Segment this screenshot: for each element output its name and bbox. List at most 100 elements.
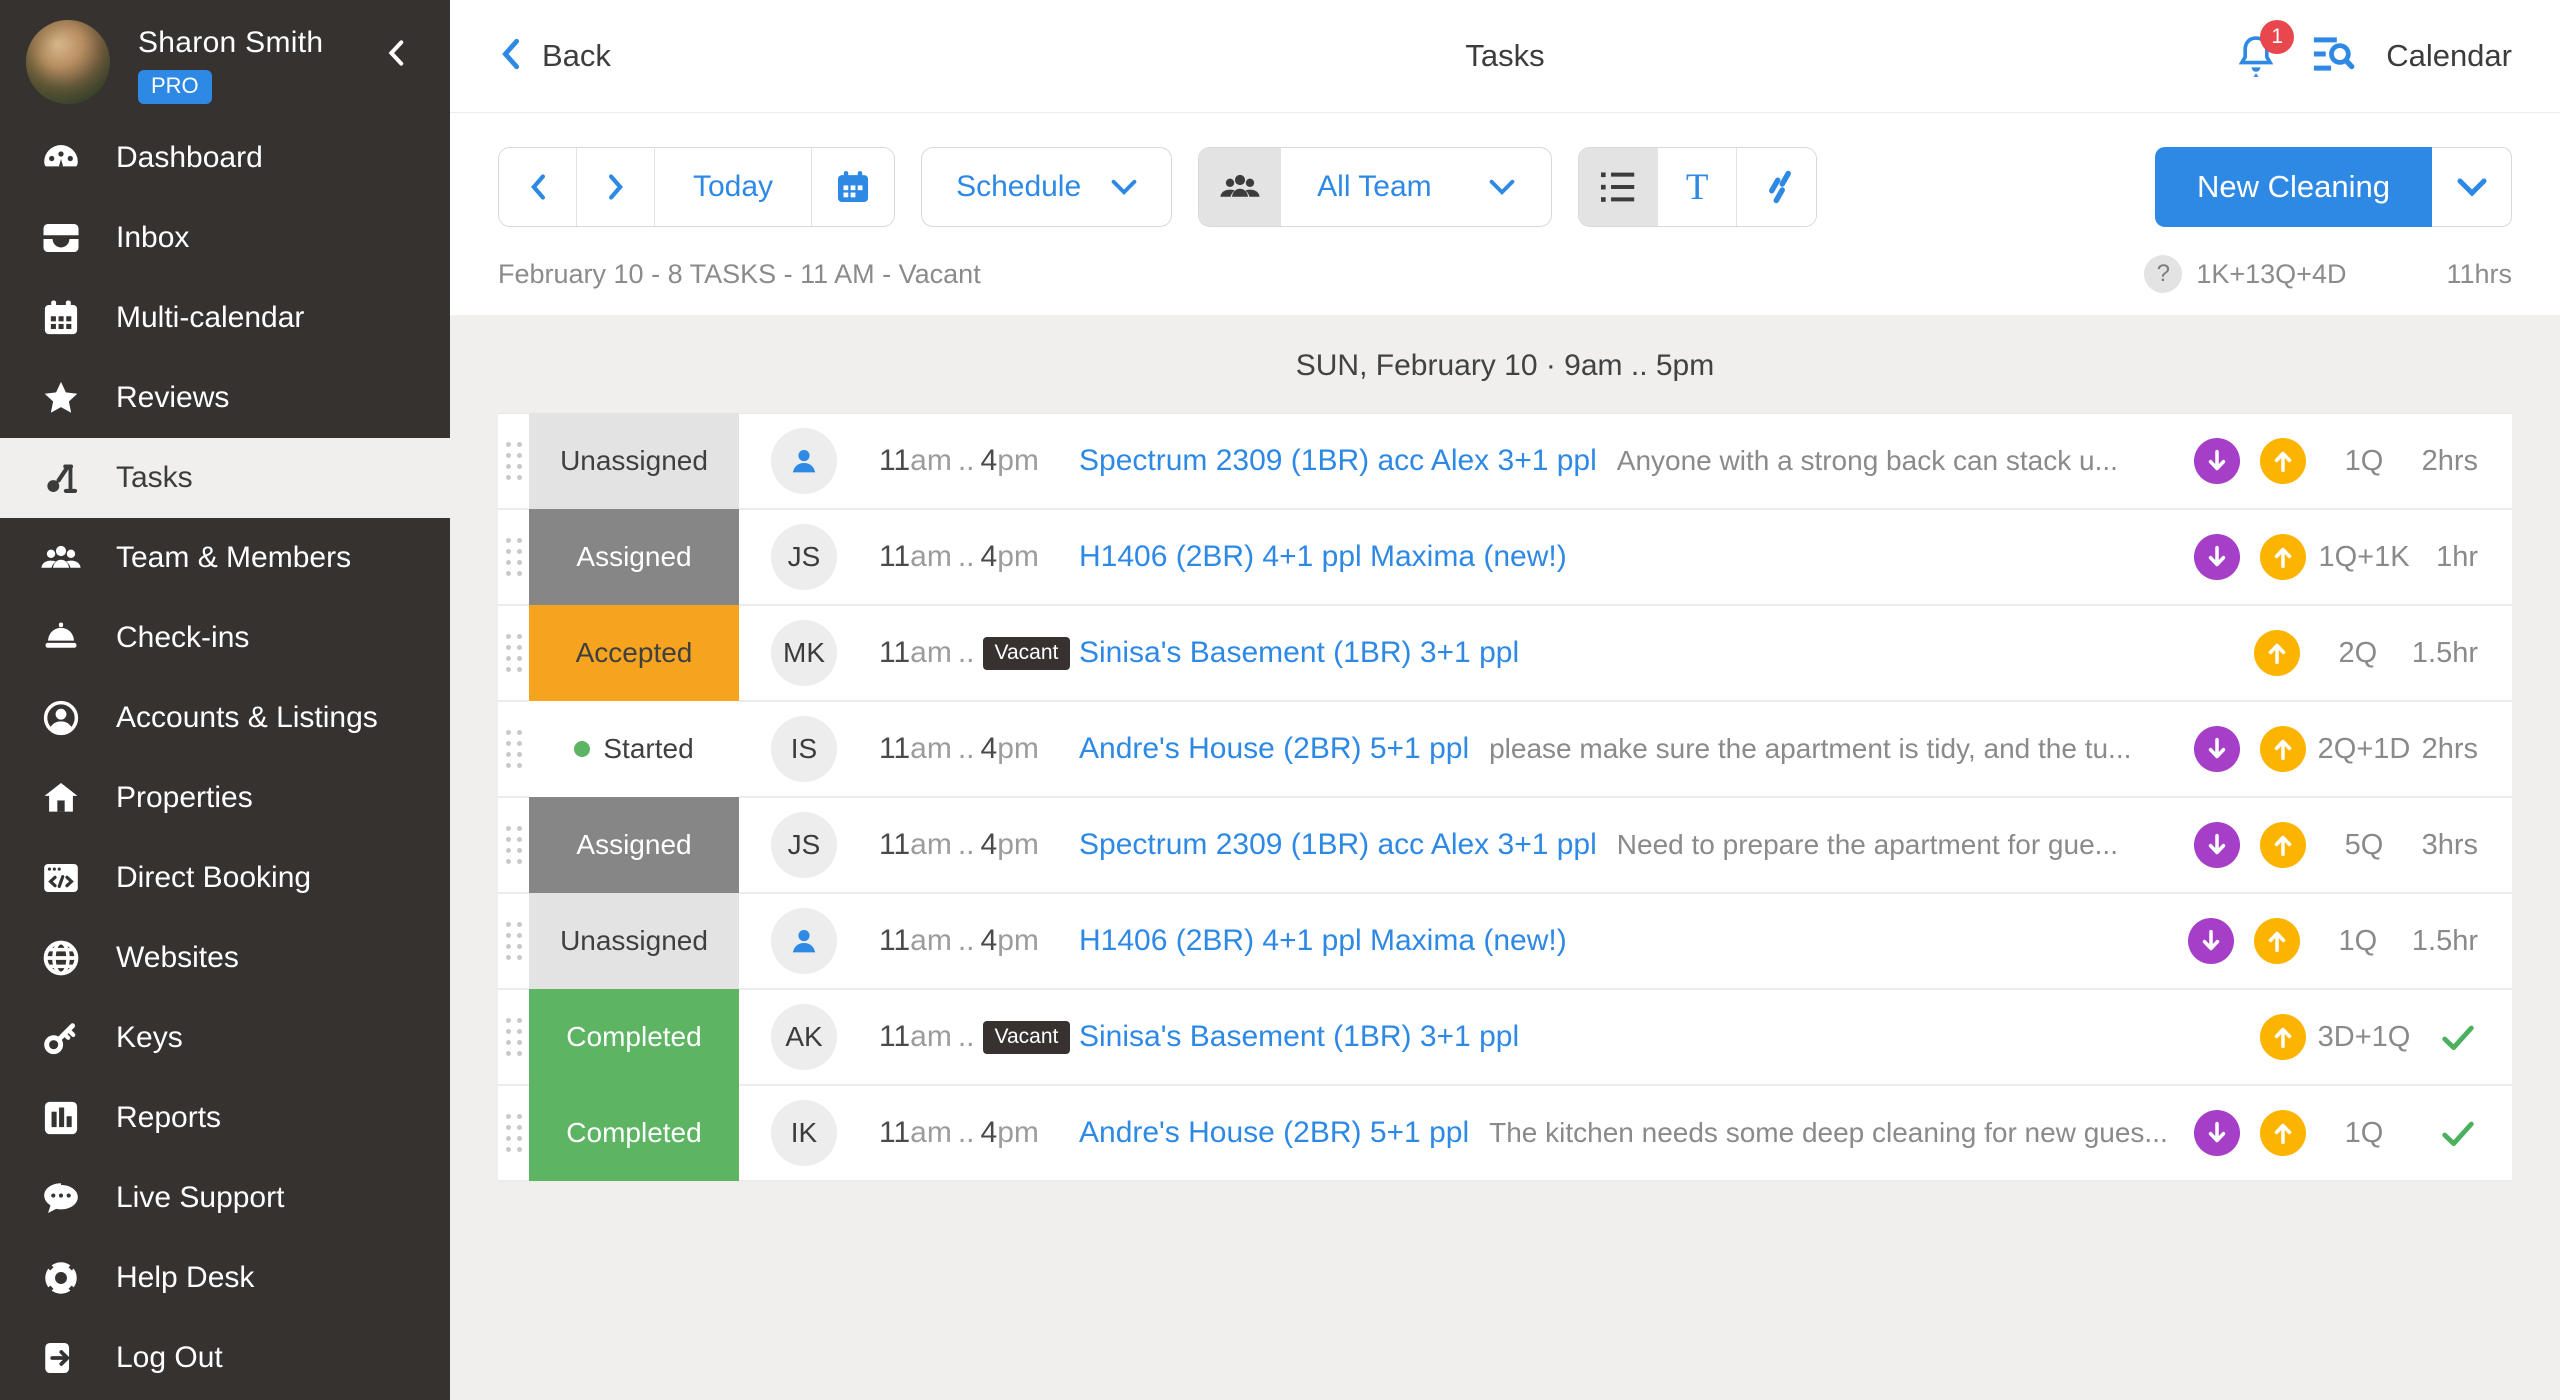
new-cleaning-button[interactable]: New Cleaning: [2155, 147, 2432, 227]
back-button[interactable]: Back: [498, 37, 611, 76]
next-day-button[interactable]: [577, 148, 655, 226]
list-view-button[interactable]: [1579, 148, 1658, 226]
life-ring-icon: [38, 1255, 84, 1301]
drag-handle[interactable]: [498, 730, 529, 768]
text-view-button[interactable]: T: [1658, 148, 1737, 226]
team-dropdown[interactable]: All Team: [1198, 147, 1552, 227]
schedule-dropdown[interactable]: Schedule: [921, 147, 1172, 227]
sidebar-item-live-support[interactable]: Live Support: [0, 1158, 450, 1238]
task-note: Anyone with a strong back can stack u...: [1617, 445, 2174, 477]
task-title[interactable]: Spectrum 2309 (1BR) acc Alex 3+1 ppl: [1079, 444, 1597, 478]
help-icon[interactable]: ?: [2144, 255, 2182, 293]
task-indicators: 1Q 1.5hr: [2168, 918, 2478, 964]
sidebar-item-accounts-listings[interactable]: Accounts & Listings: [0, 678, 450, 758]
task-indicators: 3D+1Q: [2174, 1014, 2478, 1060]
vacant-tag: Vacant: [983, 637, 1071, 670]
sidebar-item-direct-booking[interactable]: Direct Booking: [0, 838, 450, 918]
duration-label: 3hrs: [2418, 829, 2478, 862]
assignee-avatar[interactable]: AK: [771, 1004, 837, 1070]
status-label: Unassigned: [560, 445, 708, 477]
sidebar-item-label: Reviews: [116, 381, 229, 415]
task-title[interactable]: Sinisa's Basement (1BR) 3+1 ppl: [1079, 636, 1519, 670]
sidebar-item-team-members[interactable]: Team & Members: [0, 518, 450, 598]
unassigned-avatar-icon[interactable]: [771, 428, 837, 494]
team-label-area: All Team: [1281, 148, 1551, 226]
sidebar-item-properties[interactable]: Properties: [0, 758, 450, 838]
assignee-avatar[interactable]: JS: [771, 524, 837, 590]
app-root: Sharon Smith PRO Dashboard Inbox Multi-c…: [0, 0, 2560, 1400]
prev-day-button[interactable]: [499, 148, 577, 226]
quantity-label: 1Q: [2316, 1117, 2412, 1150]
unassigned-avatar-icon[interactable]: [771, 908, 837, 974]
task-title[interactable]: H1406 (2BR) 4+1 ppl Maxima (new!): [1079, 924, 1567, 958]
task-time: 11am..4pm: [879, 1116, 1079, 1150]
sidebar-item-multi-calendar[interactable]: Multi-calendar: [0, 278, 450, 358]
checkout-arrow-icon: [2194, 822, 2240, 868]
checkin-arrow-icon: [2260, 1014, 2306, 1060]
drag-handle[interactable]: [498, 1114, 529, 1152]
sidebar-item-inbox[interactable]: Inbox: [0, 198, 450, 278]
checkout-arrow-icon: [2188, 918, 2234, 964]
schedule-content: SUN, February 10 · 9am .. 5pm Unassigned…: [450, 315, 2560, 1400]
sidebar-item-reports[interactable]: Reports: [0, 1078, 450, 1158]
sidebar-item-keys[interactable]: Keys: [0, 998, 450, 1078]
sidebar-collapse-icon[interactable]: [380, 36, 414, 70]
sidebar-item-label: Tasks: [116, 461, 193, 495]
top-header: Back Tasks 1: [450, 0, 2560, 113]
quantity-label: 1Q: [2316, 445, 2412, 478]
date-nav-group: Today: [498, 147, 895, 227]
assignee-avatar[interactable]: IS: [771, 716, 837, 782]
main-area: Back Tasks 1: [450, 0, 2560, 1400]
status-badge: Accepted: [529, 605, 739, 701]
assignee-avatar[interactable]: IK: [771, 1100, 837, 1166]
duration-label: 1hr: [2418, 541, 2478, 574]
sidebar-item-label: Check-ins: [116, 621, 249, 655]
sidebar-item-help-desk[interactable]: Help Desk: [0, 1238, 450, 1318]
account-icon: [38, 695, 84, 741]
search-tasks-icon[interactable]: [2310, 33, 2356, 80]
task-title[interactable]: Andre's House (2BR) 5+1 ppl: [1079, 732, 1469, 766]
assignee-avatar[interactable]: MK: [771, 620, 837, 686]
task-title[interactable]: H1406 (2BR) 4+1 ppl Maxima (new!): [1079, 540, 1567, 574]
status-badge: Assigned: [529, 797, 739, 893]
view-toggle-group: T: [1578, 147, 1817, 227]
quantity-label: 2Q: [2310, 637, 2406, 670]
datepicker-button[interactable]: [812, 148, 894, 226]
task-row: Completed AK 11am..Vacant Sinisa's Basem…: [498, 990, 2512, 1086]
new-cleaning-dropdown[interactable]: [2432, 147, 2512, 227]
sidebar-item-reviews[interactable]: Reviews: [0, 358, 450, 438]
started-dot: [574, 741, 590, 757]
task-row: Unassigned 11am..4pm H1406 (2BR) 4+1 ppl…: [498, 894, 2512, 990]
status-label: Accepted: [576, 637, 693, 669]
calendar-link[interactable]: Calendar: [2386, 38, 2512, 74]
drag-handle[interactable]: [498, 826, 529, 864]
sidebar-item-check-ins[interactable]: Check-ins: [0, 598, 450, 678]
drag-handle[interactable]: [498, 442, 529, 480]
sidebar-item-dashboard[interactable]: Dashboard: [0, 118, 450, 198]
checkout-arrow-icon: [2194, 726, 2240, 772]
task-time: 11am..Vacant: [879, 636, 1079, 670]
status-label: Unassigned: [560, 925, 708, 957]
quantity-label: 1Q: [2310, 925, 2406, 958]
status-badge: Unassigned: [529, 413, 739, 509]
task-title[interactable]: Andre's House (2BR) 5+1 ppl: [1079, 1116, 1469, 1150]
user-avatar[interactable]: [26, 20, 110, 104]
drag-handle[interactable]: [498, 634, 529, 672]
task-title[interactable]: Sinisa's Basement (1BR) 3+1 ppl: [1079, 1020, 1519, 1054]
drag-handle[interactable]: [498, 1018, 529, 1056]
assignee-avatar[interactable]: JS: [771, 812, 837, 878]
sidebar-item-tasks[interactable]: Tasks: [0, 438, 450, 518]
sidebar-item-websites[interactable]: Websites: [0, 918, 450, 998]
inbox-icon: [38, 215, 84, 261]
drag-handle[interactable]: [498, 922, 529, 960]
sidebar-item-log-out[interactable]: Log Out: [0, 1318, 450, 1398]
task-list: Unassigned 11am..4pm Spectrum 2309 (1BR)…: [498, 413, 2512, 1182]
notifications-button[interactable]: 1: [2234, 32, 2280, 80]
tags-view-button[interactable]: [1737, 148, 1816, 226]
user-name: Sharon Smith: [138, 26, 323, 60]
sidebar-item-label: Accounts & Listings: [116, 701, 378, 735]
drag-handle[interactable]: [498, 538, 529, 576]
task-title[interactable]: Spectrum 2309 (1BR) acc Alex 3+1 ppl: [1079, 828, 1597, 862]
notification-badge: 1: [2260, 20, 2294, 54]
today-button[interactable]: Today: [655, 148, 812, 226]
